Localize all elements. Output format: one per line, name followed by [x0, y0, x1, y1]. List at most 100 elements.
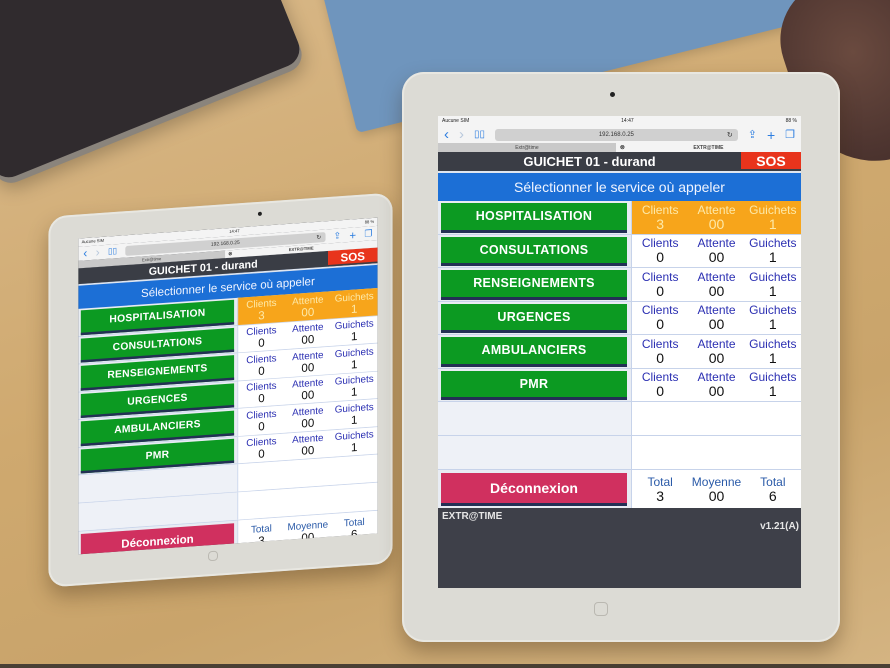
stat-value: 0	[258, 363, 265, 378]
stat-clients: Clients 0	[238, 433, 284, 463]
stat-value: 00	[301, 387, 315, 403]
stat-value: 3	[656, 215, 665, 232]
version-label: v1.21(A)	[344, 553, 376, 554]
stat-label: Attente	[697, 236, 736, 251]
stat-label: Guichets	[749, 303, 797, 318]
browser-tabs: Extr@time ⊗ EXTR@TIME	[438, 143, 801, 152]
stat-attente: Attente 00	[285, 402, 331, 432]
stat-guichets: Guichets 1	[745, 201, 801, 234]
stat-value: 3	[258, 533, 265, 547]
status-bar: Aucune SIM 14:47 88 %	[438, 116, 801, 126]
stat-value: 1	[768, 383, 777, 400]
stat-clients: Clients 0	[238, 350, 284, 380]
average-wait: Moyenne 00	[285, 514, 331, 549]
empty-cell	[631, 436, 801, 469]
home-button[interactable]	[208, 550, 219, 562]
stat-attente: Attente 00	[688, 302, 744, 335]
close-tab-icon[interactable]: ⊗	[620, 144, 625, 151]
back-icon[interactable]: ‹	[83, 246, 87, 260]
stat-label: Clients	[641, 236, 679, 251]
tab-extrtime-active[interactable]: ⊗ EXTR@TIME	[615, 143, 801, 152]
stat-guichets: Guichets 1	[331, 288, 377, 318]
stat-value: 1	[351, 384, 358, 399]
stat-value: 6	[351, 526, 358, 541]
stat-value: 1	[768, 316, 777, 333]
stat-clients: Clients 0	[238, 322, 284, 352]
queue-app: GUICHET 01 - durand SOS Sélectionner le …	[78, 247, 378, 555]
new-tab-icon[interactable]: +	[767, 127, 775, 143]
stat-clients: Clients 0	[632, 302, 688, 335]
stat-value: 00	[301, 443, 315, 458]
tabs-overview-icon[interactable]: ❐	[364, 228, 372, 240]
stat-label: Clients	[641, 269, 679, 284]
close-tab-icon[interactable]: ⊗	[228, 251, 232, 257]
stat-label: Attente	[697, 269, 736, 284]
stat-value: 00	[708, 349, 725, 366]
bookmarks-icon[interactable]: ▯▯	[474, 129, 485, 140]
forward-icon[interactable]: ›	[96, 245, 100, 259]
stat-clients: Clients 0	[632, 335, 688, 368]
forward-icon[interactable]: ›	[459, 126, 464, 143]
service-button-hospitalisation[interactable]: HOSPITALISATION	[441, 203, 627, 233]
home-button[interactable]	[594, 602, 608, 616]
stat-value: 1	[768, 249, 777, 266]
tab-extrtime[interactable]: Extr@time	[438, 143, 616, 152]
logout-button[interactable]: Déconnexion	[441, 473, 627, 506]
stat-value: 0	[656, 249, 665, 266]
service-row: AMBULANCIERS Clients 0 Attente 00 Guichets…	[438, 335, 801, 369]
empty-row	[438, 402, 801, 436]
bookmarks-icon[interactable]: ▯▯	[108, 247, 117, 257]
stat-attente: Attente 00	[285, 319, 331, 349]
share-icon[interactable]: ⇪	[334, 230, 342, 241]
service-button-ambulanciers[interactable]: AMBULANCIERS	[441, 337, 627, 367]
stat-value: 3	[258, 308, 265, 322]
service-button-urgences[interactable]: URGENCES	[441, 303, 627, 333]
tablet-main-screen: Aucune SIM 14:47 88 % ‹ › ▯▯ 192.168.0.2…	[438, 116, 801, 588]
url-bar[interactable]: 192.168.0.25 ↻	[495, 128, 738, 141]
stat-guichets: Guichets 1	[331, 399, 377, 429]
service-stats: Clients 0 Attente 00 Guichets 1	[631, 301, 801, 335]
new-tab-icon[interactable]: +	[349, 228, 356, 242]
stat-attente: Attente 00	[688, 335, 744, 368]
reload-icon[interactable]: ↻	[316, 234, 321, 240]
stat-value: 1	[351, 357, 358, 371]
sos-button[interactable]: SOS	[741, 152, 801, 171]
empty-cell	[438, 402, 631, 435]
tab-label: Extr@time	[515, 144, 539, 151]
total-clients: Total 3	[632, 470, 688, 508]
camera-icon	[610, 92, 615, 97]
stat-value: 00	[708, 487, 725, 504]
service-button-pmr[interactable]: PMR	[441, 370, 627, 400]
stat-label: Total	[647, 474, 673, 489]
stat-label: Attente	[697, 336, 736, 351]
tabs-overview-icon[interactable]: ❐	[785, 128, 795, 141]
stat-value: 1	[768, 349, 777, 366]
tablet-small: Aucune SIM 14:47 88 % ‹ › ▯▯ 192.168.0.2…	[48, 192, 393, 588]
service-button-consultations[interactable]: CONSULTATIONS	[441, 236, 627, 266]
app-root: Aucune SIM 14:47 88 % ‹ › ▯▯ 192.168.0.2…	[78, 217, 378, 555]
stat-value: 00	[708, 249, 725, 266]
stat-label: Moyenne	[691, 474, 742, 489]
stat-label: Attente	[697, 202, 736, 217]
share-icon[interactable]: ⇪	[748, 128, 757, 141]
stat-attente: Attente 00	[688, 369, 744, 402]
stat-label: Guichets	[749, 370, 797, 385]
stat-attente: Attente 00	[688, 235, 744, 268]
back-icon[interactable]: ‹	[444, 126, 449, 143]
stat-guichets: Guichets 1	[331, 427, 377, 457]
stat-guichets: Guichets 1	[745, 235, 801, 268]
tab-label: EXTR@TIME	[288, 245, 314, 253]
stat-value: 00	[708, 282, 725, 299]
battery-indicator: 88 %	[785, 118, 797, 124]
service-button-renseignements[interactable]: RENSEIGNEMENTS	[441, 270, 627, 300]
stat-value: 00	[708, 215, 725, 232]
reload-icon[interactable]: ↻	[727, 131, 733, 139]
stat-value: 1	[351, 301, 358, 316]
stat-value: 3	[656, 487, 665, 504]
stat-clients: Clients 0	[632, 235, 688, 268]
service-list: HOSPITALISATION Clients 3 Attente 00 Guich…	[78, 288, 378, 532]
stat-value: 0	[656, 383, 665, 400]
stat-clients: Clients 3	[238, 295, 284, 325]
stat-clients: Clients 0	[632, 268, 688, 301]
stat-value: 0	[258, 335, 265, 350]
